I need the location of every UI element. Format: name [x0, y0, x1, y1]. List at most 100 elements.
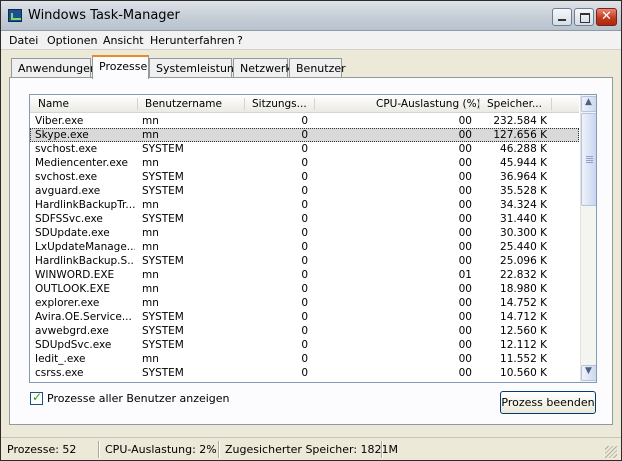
status-divider	[381, 441, 383, 458]
process-memory-cell: 10.560 K	[500, 367, 547, 379]
process-row[interactable]: Iedit_.exe mn 0 00 11.552 K	[30, 352, 579, 366]
scrollbar-thumb[interactable]	[581, 113, 596, 206]
menu-datei[interactable]: Datei	[9, 34, 38, 47]
column-header-session[interactable]: Sitzungs...	[252, 98, 307, 110]
process-name-cell: svchost.exe	[35, 171, 98, 183]
process-memory-cell: 127.656 K	[493, 129, 547, 141]
process-user-cell: SYSTEM	[142, 213, 184, 225]
process-session-cell: 0	[301, 367, 308, 379]
grip-line	[586, 156, 593, 157]
process-cpu-cell: 00	[458, 283, 472, 295]
process-row[interactable]: SDUpdSvc.exe SYSTEM 0 00 12.112 K	[30, 338, 579, 352]
process-row[interactable]: csrss.exe SYSTEM 0 00 10.560 K	[30, 366, 579, 380]
tab-anwendungen[interactable]: Anwendungen	[11, 58, 97, 78]
status-divider	[98, 441, 100, 458]
process-cpu-cell: 00	[458, 185, 472, 197]
minimize-button[interactable]	[552, 8, 572, 26]
process-name-cell: svchost.exe	[35, 143, 98, 155]
tab-prozesse[interactable]: Prozesse	[92, 55, 149, 79]
column-header-name[interactable]: Name	[38, 98, 69, 110]
title-bar: Windows Task-Manager	[1, 1, 621, 31]
process-user-cell: SYSTEM	[142, 367, 184, 379]
process-cpu-cell: 00	[458, 353, 472, 365]
process-row[interactable]: HardlinkBackup.S... SYSTEM 0 00 25.096 K	[30, 254, 579, 268]
process-memory-cell: 34.324 K	[500, 199, 547, 211]
column-header-memory[interactable]: Speicher...	[487, 98, 542, 110]
process-row[interactable]: SDFSSvc.exe SYSTEM 0 00 31.440 K	[30, 212, 579, 226]
process-row[interactable]: SDUpdate.exe mn 0 00 30.300 K	[30, 226, 579, 240]
process-user-cell: SYSTEM	[142, 143, 184, 155]
maximize-button[interactable]	[574, 8, 594, 26]
process-user-cell: SYSTEM	[142, 339, 184, 351]
tab-benutzer[interactable]: Benutzer	[289, 58, 346, 78]
process-name-cell: explorer.exe	[35, 297, 100, 309]
process-user-cell: mn	[142, 297, 159, 309]
menu-bar: Datei Optionen Ansicht Herunterfahren ?	[1, 31, 621, 50]
process-row[interactable]: LxUpdateManage... mn 0 00 25.440 K	[30, 240, 579, 254]
process-row[interactable]: avwebgrd.exe SYSTEM 0 00 12.560 K	[30, 324, 579, 338]
process-memory-cell: 36.964 K	[500, 171, 547, 183]
process-user-cell: mn	[142, 353, 159, 365]
process-rows: Viber.exe mn 0 00 232.584 K Skype.exe mn 0 00 127…	[30, 114, 579, 380]
process-row[interactable]: Viber.exe mn 0 00 232.584 K	[30, 114, 579, 128]
scroll-down-button[interactable]: ▼	[581, 365, 596, 381]
process-row[interactable]: svchost.exe SYSTEM 0 00 46.288 K	[30, 142, 579, 156]
process-user-cell: mn	[142, 157, 159, 169]
process-row[interactable]: Mediencenter.exe mn 0 00 45.944 K	[30, 156, 579, 170]
process-name-cell: Viber.exe	[35, 115, 84, 127]
process-session-cell: 0	[301, 269, 308, 281]
process-memory-cell: 14.712 K	[500, 311, 547, 323]
resize-grip[interactable]	[605, 446, 617, 458]
process-name-cell: csrss.exe	[35, 367, 84, 379]
column-header-cpu[interactable]: CPU-Auslastung (%)	[376, 98, 481, 110]
process-row[interactable]: avguard.exe SYSTEM 0 00 35.528 K	[30, 184, 579, 198]
process-memory-cell: 12.112 K	[500, 339, 547, 351]
process-memory-cell: 12.560 K	[500, 325, 547, 337]
process-cpu-cell: 00	[458, 255, 472, 267]
process-row[interactable]: WINWORD.EXE mn 0 01 22.832 K	[30, 268, 579, 282]
process-cpu-cell: 00	[458, 129, 472, 141]
menu-help[interactable]: ?	[237, 34, 243, 47]
process-list[interactable]: Name Benutzername Sitzungs... CPU-Auslas…	[29, 94, 597, 383]
vertical-scrollbar[interactable]: ▲ ▼	[580, 95, 596, 382]
end-process-button[interactable]: Prozess beenden	[500, 391, 596, 414]
tab-netzwerk[interactable]: Netzwerk	[233, 58, 292, 78]
process-row[interactable]: OUTLOOK.EXE mn 0 00 18.980 K	[30, 282, 579, 296]
process-session-cell: 0	[301, 185, 308, 197]
process-memory-cell: 25.440 K	[500, 241, 547, 253]
process-user-cell: mn	[142, 269, 159, 281]
process-row[interactable]: Skype.exe mn 0 00 127.656 K	[30, 128, 579, 142]
menu-herunterfahren[interactable]: Herunterfahren	[150, 34, 235, 47]
process-memory-cell: 31.440 K	[500, 213, 547, 225]
process-name-cell: LxUpdateManage...	[35, 241, 135, 253]
menu-ansicht[interactable]: Ansicht	[103, 34, 144, 47]
process-memory-cell: 18.980 K	[500, 283, 547, 295]
process-name-cell: avwebgrd.exe	[35, 325, 109, 337]
process-session-cell: 0	[301, 143, 308, 155]
status-cpu-usage: CPU-Auslastung: 2%	[105, 443, 217, 456]
process-cpu-cell: 00	[458, 143, 472, 155]
task-manager-window: Windows Task-Manager Datei Optionen Ansi…	[0, 0, 622, 461]
process-session-cell: 0	[301, 199, 308, 211]
grip-line	[586, 158, 593, 159]
process-memory-cell: 35.528 K	[500, 185, 547, 197]
tab-systemleistung[interactable]: Systemleistung	[149, 58, 241, 78]
status-commit-memory: Zugesicherter Speicher: 1821M	[225, 443, 399, 456]
scroll-up-button[interactable]: ▲	[581, 96, 596, 112]
show-all-users-label[interactable]: Prozesse aller Benutzer anzeigen	[47, 392, 230, 405]
process-user-cell: mn	[142, 129, 159, 141]
process-row[interactable]: explorer.exe mn 0 00 14.752 K	[30, 296, 579, 310]
task-manager-icon	[8, 9, 22, 22]
column-header-user[interactable]: Benutzername	[145, 98, 222, 110]
status-divider	[218, 441, 220, 458]
process-row[interactable]: HardlinkBackupTr... mn 0 00 34.324 K	[30, 198, 579, 212]
show-all-users-checkbox[interactable]	[30, 390, 43, 405]
process-session-cell: 0	[301, 311, 308, 323]
process-session-cell: 0	[301, 227, 308, 239]
menu-optionen[interactable]: Optionen	[47, 34, 97, 47]
list-header: Name Benutzername Sitzungs... CPU-Auslas…	[30, 95, 579, 113]
process-row[interactable]: svchost.exe SYSTEM 0 00 36.964 K	[30, 170, 579, 184]
process-row[interactable]: Avira.OE.Service... SYSTEM 0 00 14.712 K	[30, 310, 579, 324]
process-cpu-cell: 00	[458, 115, 472, 127]
close-button[interactable]	[596, 8, 617, 26]
